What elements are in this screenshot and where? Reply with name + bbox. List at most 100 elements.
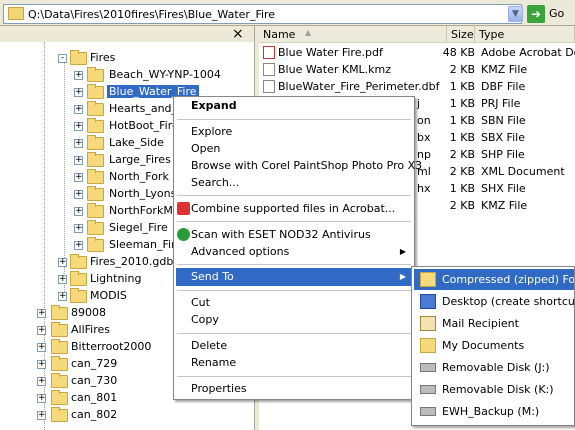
tree-item-label: North_Fork [109,170,169,183]
file-type: KMZ File [481,63,528,76]
send-to-removable-disk-j[interactable]: Removable Disk (J:) [414,357,574,378]
tree-item-label: 89008 [71,306,106,319]
file-type: SBN File [481,114,526,127]
collapse-icon[interactable]: - [58,54,67,63]
file-size: 2 KB [449,148,475,161]
file-size: 2 KB [449,165,475,178]
menu-item-browse-corel[interactable]: Browse with Corel PaintShop Photo Pro X3 [176,157,422,175]
menu-item-copy[interactable]: Copy [176,311,412,329]
expand-icon[interactable]: + [58,258,67,267]
column-header-name[interactable]: Name ▲ [259,26,447,43]
column-header-size-label: Size [451,28,474,41]
send-to-compressed-folder[interactable]: Compressed (zipped) Folder [414,269,575,290]
expand-icon[interactable]: + [74,173,83,182]
menu-item-cut[interactable]: Cut [176,294,412,312]
menu-separator [177,195,411,196]
menu-item-explore[interactable]: Explore [176,123,412,141]
menu-separator [177,264,411,265]
folder-icon [87,237,104,252]
folder-icon [87,67,104,82]
removable-disk-icon [420,407,436,416]
file-type: SBX File [481,131,525,144]
folders-pane-header: × [0,26,254,42]
expand-icon[interactable]: + [74,122,83,131]
expand-icon[interactable]: + [74,88,83,97]
file-row[interactable]: Blue Water Fire.pdf 48 KB Adobe Acrobat … [259,44,575,61]
expand-icon[interactable]: + [74,105,83,114]
expand-icon[interactable]: + [37,411,46,420]
menu-item-advanced-options-label: Advanced options [191,245,290,258]
menu-item-search[interactable]: Search... [176,174,412,192]
folder-icon [51,322,68,337]
file-row[interactable]: BlueWater_Fire_Perimeter.dbf 1 KB DBF Fi… [259,78,575,95]
expand-icon[interactable]: + [37,326,46,335]
menu-item-combine-acrobat[interactable]: Combine supported files in Acrobat... [176,200,412,218]
file-type: SHP File [481,148,525,161]
folder-icon [87,186,104,201]
folder-icon [51,305,68,320]
expand-icon[interactable]: + [74,190,83,199]
expand-icon[interactable]: + [37,360,46,369]
go-button[interactable]: ➜ Go [527,4,572,24]
acrobat-icon [177,202,190,215]
expand-icon[interactable]: + [74,207,83,216]
file-row[interactable]: Blue Water KML.kmz 2 KB KMZ File [259,61,575,78]
expand-icon[interactable]: + [74,139,83,148]
tree-item-label: Lake_Side [109,136,164,149]
menu-item-rename[interactable]: Rename [176,354,412,372]
menu-item-delete[interactable]: Delete [176,337,412,355]
tree-item-label: Lightning [90,272,142,285]
expand-icon[interactable]: + [74,71,83,80]
send-to-my-documents[interactable]: My Documents [414,335,574,356]
folder-icon [87,84,104,99]
expand-icon[interactable]: + [37,309,46,318]
chevron-down-icon[interactable]: ▼ [508,6,523,22]
menu-item-properties[interactable]: Properties [176,380,412,398]
expand-icon[interactable]: + [37,394,46,403]
file-name: Blue Water KML.kmz [278,63,392,76]
file-size: 1 KB [449,97,475,110]
expand-icon[interactable]: + [74,156,83,165]
send-to-mail-recipient[interactable]: Mail Recipient [414,313,574,334]
removable-disk-icon [420,363,436,372]
file-type: PRJ File [481,97,521,110]
file-type: SHX File [481,182,526,195]
menu-separator [177,221,411,222]
tree-item-label: North_Lyons [109,187,177,200]
tree-item-label: Bitterroot2000 [71,340,152,353]
tree-item-label: HotBoot_Fire [109,119,179,132]
menu-item-open[interactable]: Open [176,140,412,158]
expand-icon[interactable]: + [58,275,67,284]
close-icon[interactable]: × [232,26,244,42]
go-label: Go [549,7,565,20]
column-header-type[interactable]: Type [475,26,575,43]
send-to-item-label: Removable Disk (K:) [442,383,554,396]
send-to-removable-disk-k[interactable]: Removable Disk (K:) [414,379,574,400]
folder-icon [87,203,104,218]
menu-item-scan-eset[interactable]: Scan with ESET NOD32 Antivirus [176,226,412,244]
folder-icon [51,356,68,371]
file-size: 48 KB [442,46,475,59]
menu-item-send-to[interactable]: Send To ▶ [176,268,412,286]
expand-icon[interactable]: + [37,377,46,386]
address-input[interactable]: Q:\Data\Fires\2010fires\Fires\Blue_Water… [3,4,523,24]
folder-icon [70,271,87,286]
menu-item-expand[interactable]: Expand [176,97,412,115]
send-to-desktop[interactable]: Desktop (create shortcut) [414,291,574,312]
send-to-ewh-backup[interactable]: EWH_Backup (M:) [414,401,574,422]
menu-item-advanced-options[interactable]: Advanced options ▶ [176,243,412,261]
column-header-size[interactable]: Size [447,26,475,43]
menu-separator [177,119,411,120]
column-header-type-label: Type [479,28,505,41]
send-to-item-label: Compressed (zipped) Folder [442,273,575,286]
expand-icon[interactable]: + [58,292,67,301]
menu-item-combine-acrobat-label: Combine supported files in Acrobat... [191,202,396,215]
expand-icon[interactable]: + [74,241,83,250]
expand-icon[interactable]: + [74,224,83,233]
folder-icon [51,390,68,405]
menu-item-send-to-label: Send To [191,270,234,283]
file-size: 1 KB [449,182,475,195]
tree-item-label: Fires [90,51,116,64]
expand-icon[interactable]: + [37,343,46,352]
column-header-name-label: Name [263,28,296,41]
